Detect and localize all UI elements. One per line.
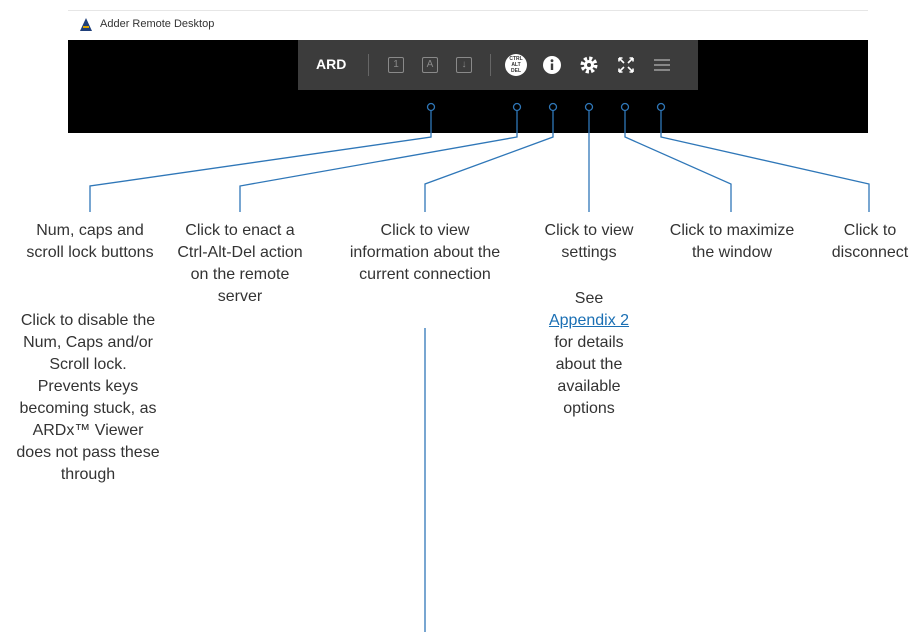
callout-info: Click to view information about the curr… xyxy=(349,222,501,283)
anchor-dot xyxy=(512,102,522,112)
anchor-dot xyxy=(584,102,594,112)
callout-settings-see: See xyxy=(574,290,604,307)
anchor-dot xyxy=(620,102,630,112)
leader-disconnect xyxy=(660,111,870,212)
callout-disconnect: Click to disconnect xyxy=(831,222,909,261)
callout-locks-body: Click to disable the Num, Caps and/or Sc… xyxy=(16,312,160,483)
leader-cad xyxy=(239,111,518,212)
callout-locks-title: Num, caps and scroll lock buttons xyxy=(26,222,154,261)
callout-maximize: Click to maximize the window xyxy=(669,222,795,261)
appendix-2-link[interactable]: Appendix 2 xyxy=(549,312,629,329)
callout-settings-title: Click to view settings xyxy=(544,222,634,261)
anchor-dot xyxy=(656,102,666,112)
leader-info xyxy=(424,111,554,212)
appendix-link-wrap: Appendix 2 xyxy=(530,310,648,332)
anchor-dot xyxy=(548,102,558,112)
callout-settings-rest: for details about the available options xyxy=(554,334,624,417)
leader-maximize xyxy=(624,111,732,212)
callout-cad: Click to enact a Ctrl-Alt-Del action on … xyxy=(177,222,303,305)
anchor-dot xyxy=(426,102,436,112)
